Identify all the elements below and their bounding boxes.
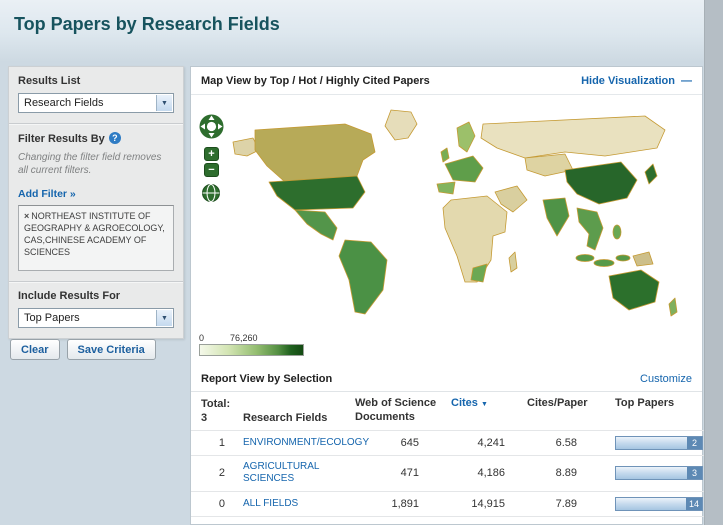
- screen: Top Papers by Research Fields Results Li…: [0, 0, 723, 525]
- sidebar: Results List Research Fields ▼ Filter Re…: [8, 66, 184, 339]
- filter-section: Filter Results By? Changing the filter f…: [9, 123, 183, 281]
- hide-visualization-link[interactable]: Hide Visualization —: [581, 75, 692, 87]
- cites-per-paper-value: 7.89: [555, 497, 577, 510]
- map-legend: 0 76,260: [199, 333, 304, 356]
- zoom-in-button[interactable]: +: [204, 147, 219, 161]
- map-region: + − 0 76,260: [191, 95, 702, 367]
- total-label: Total: 3: [201, 398, 231, 425]
- column-wos-documents: Web of Science Documents: [355, 397, 437, 423]
- report-view-title: Report View by Selection: [201, 373, 333, 385]
- filter-results-label: Filter Results By?: [18, 132, 174, 145]
- filter-chip-text: NORTHEAST INSTITUTE OF GEOGRAPHY & AGROE…: [24, 211, 165, 258]
- total-value: 3: [201, 412, 208, 425]
- top-papers-value: 3: [687, 467, 702, 480]
- legend-min-label: 0: [199, 333, 205, 343]
- add-filter-link[interactable]: Add Filter »: [18, 188, 76, 200]
- remove-filter-icon[interactable]: ×: [24, 211, 29, 221]
- map-view-title: Map View by Top / Hot / Highly Cited Pap…: [201, 74, 430, 87]
- field-link[interactable]: AGRICULTURAL SCIENCES: [243, 461, 343, 486]
- top-papers-value: 2: [687, 436, 702, 449]
- chevron-down-icon: ▼: [156, 310, 172, 326]
- column-top-papers: Top Papers: [615, 397, 675, 409]
- include-results-section: Include Results For Top Papers ▼: [9, 281, 183, 338]
- report-view-header: Report View by Selection Customize: [191, 367, 702, 392]
- docs-value: 1,891: [391, 497, 419, 510]
- results-list-value: Research Fields: [24, 97, 104, 109]
- chevron-down-icon: ▼: [156, 95, 172, 111]
- globe-reset-button[interactable]: [201, 183, 221, 203]
- top-papers-bar: 2: [615, 435, 703, 450]
- main-panel: Map View by Top / Hot / Highly Cited Pap…: [190, 66, 704, 525]
- map-pan-control[interactable]: [198, 113, 225, 140]
- sort-caret-icon: ▼: [480, 401, 488, 408]
- page-title: Top Papers by Research Fields: [14, 14, 280, 34]
- field-link[interactable]: ENVIRONMENT/ECOLOGY: [243, 437, 369, 450]
- table-row: 2 AGRICULTURAL SCIENCES 471 4,186 8.89 3: [191, 455, 704, 491]
- zoom-out-button[interactable]: −: [204, 163, 219, 177]
- cites-per-paper-value: 6.58: [555, 436, 577, 449]
- sidebar-buttons: Clear Save Criteria: [10, 339, 156, 360]
- include-results-select[interactable]: Top Papers ▼: [18, 308, 174, 328]
- table-header-row: Total: 3 Research Fields Web of Science …: [191, 392, 704, 430]
- row-rank: 0: [218, 497, 225, 510]
- top-papers-bar: 14: [615, 496, 703, 511]
- field-link[interactable]: ALL FIELDS: [243, 498, 298, 511]
- column-cites-per-paper: Cites/Paper: [527, 397, 588, 409]
- results-list-section: Results List Research Fields ▼: [9, 67, 183, 123]
- right-gutter: [704, 0, 723, 525]
- save-criteria-button[interactable]: Save Criteria: [66, 339, 156, 360]
- customize-link[interactable]: Customize: [640, 373, 692, 385]
- column-cites-sort[interactable]: Cites ▼: [445, 392, 521, 430]
- world-map[interactable]: [225, 100, 687, 328]
- results-list-select[interactable]: Research Fields ▼: [18, 93, 174, 113]
- include-results-value: Top Papers: [24, 312, 80, 324]
- table-row: 1 ENVIRONMENT/ECOLOGY 645 4,241 6.58 2: [191, 430, 704, 455]
- filter-note: Changing the filter field removes all cu…: [18, 152, 162, 176]
- map-view-header: Map View by Top / Hot / Highly Cited Pap…: [191, 67, 702, 95]
- cites-value: 14,915: [471, 497, 505, 510]
- minimize-icon: —: [681, 74, 692, 87]
- cites-value: 4,241: [477, 436, 505, 449]
- top-papers-bar: 3: [615, 466, 703, 481]
- table-row: 0 ALL FIELDS 1,891 14,915 7.89 14: [191, 491, 704, 517]
- docs-value: 471: [400, 467, 419, 480]
- page-header: Top Papers by Research Fields: [0, 0, 723, 62]
- report-table: Total: 3 Research Fields Web of Science …: [191, 392, 704, 517]
- row-rank: 1: [218, 436, 225, 449]
- row-rank: 2: [218, 467, 225, 480]
- cites-value: 4,186: [477, 467, 505, 480]
- legend-gradient: [199, 344, 304, 356]
- help-icon[interactable]: ?: [108, 132, 121, 144]
- top-papers-value: 14: [685, 497, 702, 510]
- filter-chip: × NORTHEAST INSTITUTE OF GEOGRAPHY & AGRO…: [18, 205, 174, 271]
- include-results-label: Include Results For: [18, 290, 121, 302]
- legend-max-label: 76,260: [230, 333, 258, 343]
- column-research-fields: Research Fields: [243, 411, 328, 424]
- results-list-label: Results List: [18, 75, 81, 87]
- cites-per-paper-value: 8.89: [555, 467, 577, 480]
- clear-button[interactable]: Clear: [10, 339, 60, 360]
